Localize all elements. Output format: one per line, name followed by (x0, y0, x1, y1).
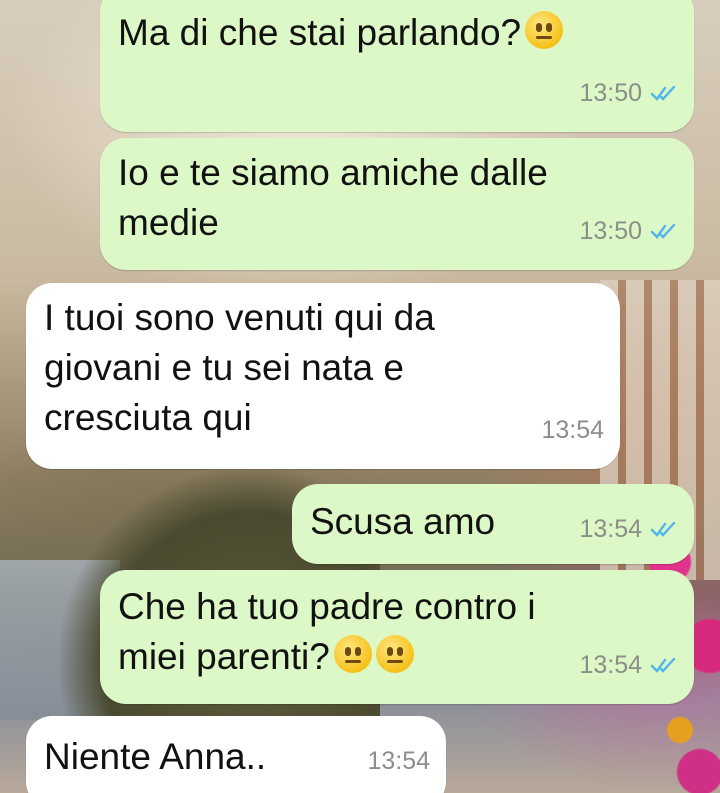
chat-view[interactable]: Ma di che stai parlando? 13:50 Io e te s… (0, 0, 720, 793)
message-time: 13:50 (579, 79, 642, 107)
message-text: Che ha tuo padre contro i miei parenti? (118, 586, 536, 677)
message-meta: 13:54 (367, 736, 430, 786)
read-ticks-icon (650, 85, 676, 101)
read-ticks-icon (650, 223, 676, 239)
message-meta: 13:50 (579, 206, 678, 256)
message-meta: 13:50 (579, 68, 678, 118)
message-time: 13:54 (579, 651, 642, 679)
message-text: I tuoi sono venuti qui da giovani e tu s… (44, 297, 435, 438)
neutral-face-emoji (333, 635, 372, 673)
message-meta: 13:54 (541, 405, 604, 455)
message-time: 13:54 (579, 515, 642, 543)
message-outgoing[interactable]: Io e te siamo amiche dalle medie 13:50 (100, 138, 694, 270)
read-ticks-icon (650, 657, 676, 673)
message-text: Scusa amo (310, 501, 496, 542)
message-incoming[interactable]: I tuoi sono venuti qui da giovani e tu s… (26, 283, 620, 469)
message-meta: 13:54 (579, 504, 678, 554)
message-text: Io e te siamo amiche dalle medie (118, 152, 548, 243)
neutral-face-emoji (375, 635, 414, 673)
message-text: Niente Anna.. (44, 736, 267, 777)
neutral-face-emoji (525, 11, 564, 49)
message-outgoing[interactable]: Scusa amo 13:54 (292, 484, 694, 564)
message-text: Ma di che stai parlando? (118, 8, 564, 58)
message-outgoing[interactable]: Ma di che stai parlando? 13:50 (100, 0, 694, 132)
message-time: 13:54 (367, 747, 430, 775)
read-ticks-icon (650, 521, 676, 537)
message-outgoing[interactable]: Che ha tuo padre contro i miei parenti? … (100, 570, 694, 704)
message-time: 13:50 (579, 217, 642, 245)
message-incoming[interactable]: Niente Anna.. 13:54 (26, 716, 446, 793)
message-time: 13:54 (541, 416, 604, 444)
message-meta: 13:54 (579, 640, 678, 690)
